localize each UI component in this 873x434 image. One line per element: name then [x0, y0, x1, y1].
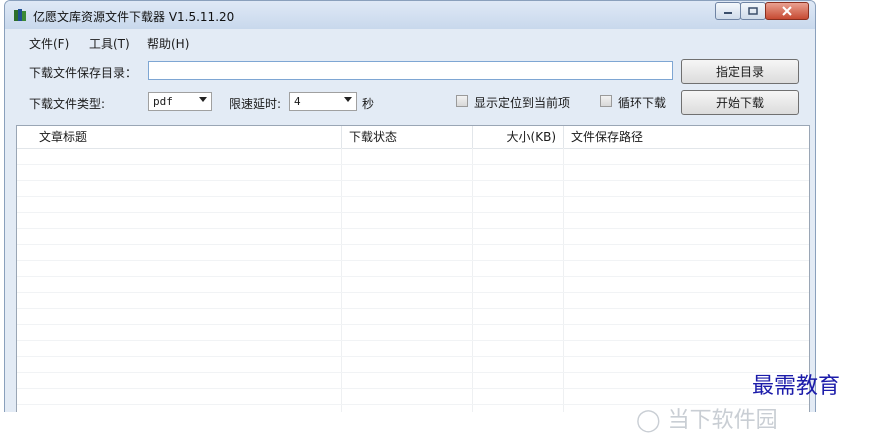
- column-status[interactable]: 下载状态: [343, 126, 403, 148]
- row-gridline: [17, 196, 809, 197]
- window-controls: [715, 2, 809, 20]
- column-divider[interactable]: [341, 126, 342, 148]
- row-gridline: [17, 276, 809, 277]
- column-path[interactable]: 文件保存路径: [565, 126, 649, 148]
- window-title: 亿愿文库资源文件下载器 V1.5.11.20: [33, 10, 235, 24]
- locate-current-checkbox[interactable]: [456, 95, 468, 107]
- menu-help[interactable]: 帮助(H): [147, 35, 189, 52]
- chevron-down-icon: [199, 97, 207, 102]
- column-size[interactable]: 大小(KB): [472, 126, 562, 148]
- delay-label: 限速延时:: [229, 97, 282, 111]
- download-list[interactable]: 文章标题 下载状态 大小(KB) 文件保存路径: [16, 125, 810, 412]
- minimize-icon: [724, 12, 732, 14]
- row-gridline: [17, 340, 809, 341]
- maximize-button[interactable]: [740, 2, 766, 20]
- menu-tools[interactable]: 工具(T): [89, 35, 130, 52]
- list-header: 文章标题 下载状态 大小(KB) 文件保存路径: [17, 126, 809, 149]
- app-window: 亿愿文库资源文件下载器 V1.5.11.20 文件(F) 工具(T) 帮助(H)…: [4, 0, 816, 412]
- delay-unit: 秒: [362, 97, 375, 111]
- locate-current-label[interactable]: 显示定位到当前项: [474, 94, 570, 111]
- menu-bar: 文件(F) 工具(T) 帮助(H): [5, 31, 815, 53]
- chevron-down-icon: [344, 97, 352, 102]
- row-gridline: [17, 180, 809, 181]
- row-gridline: [17, 388, 809, 389]
- row-gridline: [17, 244, 809, 245]
- row-gridline: [17, 212, 809, 213]
- maximize-icon: [748, 7, 758, 15]
- column-title[interactable]: 文章标题: [33, 126, 93, 148]
- row-gridline: [17, 292, 809, 293]
- minimize-button[interactable]: [715, 2, 741, 20]
- row-gridline: [17, 164, 809, 165]
- row-gridline: [17, 260, 809, 261]
- loop-download-checkbox[interactable]: [600, 95, 612, 107]
- column-divider[interactable]: [563, 126, 564, 148]
- row-gridline: [17, 356, 809, 357]
- row-gridline: [17, 372, 809, 373]
- save-dir-input[interactable]: [148, 61, 673, 80]
- close-icon: [782, 6, 792, 16]
- file-type-value: pdf: [153, 95, 173, 108]
- row-gridline: [17, 324, 809, 325]
- set-dir-button[interactable]: 指定目录: [681, 59, 799, 84]
- watermark-text: 最需教育: [752, 374, 841, 399]
- delay-value: 4: [294, 95, 301, 108]
- file-type-label: 下载文件类型:: [29, 97, 106, 111]
- delay-select[interactable]: 4: [289, 92, 357, 111]
- row-gridline: [17, 308, 809, 309]
- file-type-select[interactable]: pdf: [148, 92, 212, 111]
- save-dir-label: 下载文件保存目录：: [29, 66, 138, 80]
- title-bar[interactable]: 亿愿文库资源文件下载器 V1.5.11.20: [5, 1, 815, 29]
- watermark-partial: ◯ 当下软件园: [636, 408, 778, 433]
- close-button[interactable]: [765, 2, 809, 20]
- loop-download-label[interactable]: 循环下载: [618, 94, 666, 111]
- start-download-button[interactable]: 开始下载: [681, 90, 799, 115]
- menu-file[interactable]: 文件(F): [29, 35, 69, 52]
- row-gridline: [17, 228, 809, 229]
- book-app-icon: [14, 9, 26, 21]
